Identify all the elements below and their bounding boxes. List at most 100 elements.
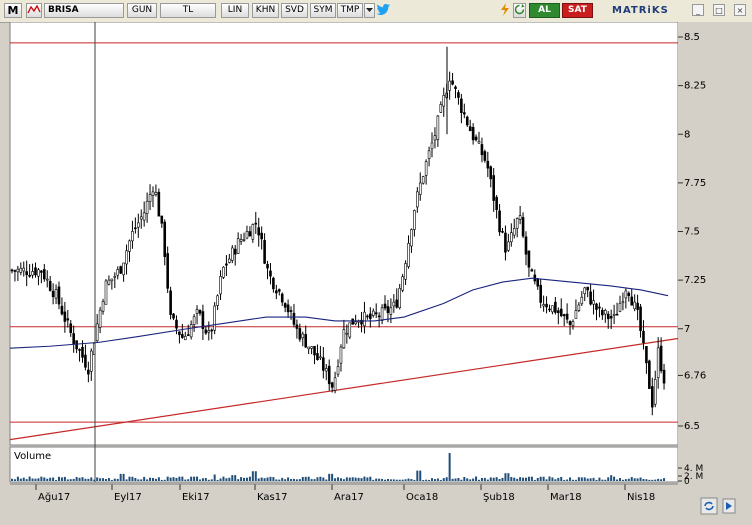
volume-bar	[604, 479, 607, 481]
candle-body	[13, 270, 17, 272]
volume-bar	[275, 479, 278, 481]
candle-body	[404, 263, 407, 280]
dropdown-arrow-icon[interactable]	[364, 3, 375, 18]
chart-area[interactable]: 8.5 8.25 8 7.75 7.5 7.25 7 6.76 6.5 4. M 2. M0 Ağ…	[0, 21, 752, 522]
volume-bar	[413, 479, 416, 481]
candle-body	[310, 346, 313, 349]
buy-button[interactable]: AL	[529, 3, 560, 18]
volume-bar	[228, 477, 231, 481]
candle-body	[421, 176, 425, 184]
candle-body	[25, 271, 28, 276]
candle-body	[207, 330, 211, 333]
volume-bar	[539, 476, 542, 481]
candle-body	[260, 232, 263, 240]
candle-body	[333, 377, 337, 391]
volume-bar	[287, 477, 290, 481]
candle-body	[98, 309, 102, 328]
candlestick-chart[interactable]: 8.58.2587.757.57.2576.766.5 4. M2. M0 Ağ…	[0, 21, 752, 522]
period-button[interactable]: GUN	[127, 3, 157, 18]
candle-body	[354, 321, 357, 325]
volume-bar	[46, 478, 49, 481]
candle-body	[307, 346, 310, 350]
volume-bar	[651, 479, 654, 481]
close-button[interactable]: ×	[734, 4, 746, 16]
candle-body	[160, 215, 164, 224]
volume-bar	[181, 476, 184, 481]
volume-bar	[284, 479, 287, 481]
candle-body	[489, 166, 493, 180]
candle-body	[54, 289, 58, 299]
svd-button[interactable]: SVD	[281, 3, 308, 18]
currency-button[interactable]: TL	[160, 3, 216, 18]
volume-bar	[472, 478, 475, 481]
volume-bar	[196, 476, 199, 481]
candle-body	[275, 290, 278, 294]
refresh-icon[interactable]	[513, 3, 526, 18]
candle-body	[228, 258, 231, 263]
candle-body	[480, 144, 484, 156]
volume-label: Volume	[14, 451, 51, 462]
volume-bar	[657, 478, 660, 481]
candle-body	[57, 286, 61, 305]
candle-body	[216, 295, 219, 306]
candle-body	[104, 280, 108, 305]
volume-bar	[263, 478, 266, 481]
volume-bar	[457, 478, 460, 481]
candle-body	[210, 329, 214, 332]
matriks-logo-icon[interactable]: M	[4, 3, 22, 18]
volume-bar	[137, 479, 140, 481]
chart-type-icon[interactable]	[26, 3, 42, 18]
scale-button[interactable]: LIN	[221, 3, 249, 18]
candle-body	[239, 239, 243, 242]
x-tick-label: Kas17	[257, 492, 287, 503]
candle-body	[101, 301, 105, 312]
candle-body	[369, 313, 372, 319]
candle-body	[527, 250, 531, 268]
volume-bar	[504, 473, 507, 481]
volume-bar	[266, 477, 269, 481]
sym-button[interactable]: SYM	[310, 3, 336, 18]
volume-bar	[410, 479, 413, 481]
y-tick-label: 8.25	[684, 81, 706, 92]
x-tick-label: Mar18	[550, 492, 582, 503]
volume-bar	[621, 479, 624, 481]
sync-button[interactable]	[700, 497, 718, 515]
scroll-right-icon[interactable]	[722, 498, 736, 514]
volume-bar	[116, 478, 119, 481]
candle-body	[592, 300, 595, 305]
flash-icon[interactable]	[499, 3, 511, 18]
template-button[interactable]: TMP	[337, 3, 363, 18]
volume-bar	[589, 478, 592, 481]
candle-body	[639, 306, 642, 331]
volume-bar	[325, 479, 328, 481]
volume-bar	[607, 477, 610, 481]
khn-button[interactable]: KHN	[252, 3, 279, 18]
candle-body	[598, 306, 601, 309]
volume-bar	[78, 477, 81, 481]
candle-body	[51, 290, 55, 298]
candle-body	[642, 330, 645, 344]
price-panel	[9, 21, 679, 446]
volume-bar	[131, 476, 134, 481]
volume-bar	[524, 477, 527, 481]
volume-bar	[663, 478, 666, 481]
symbol-field[interactable]: BRISA	[44, 3, 124, 18]
candle-body	[577, 304, 581, 311]
candle-body	[518, 215, 522, 220]
volume-bar	[454, 478, 457, 481]
minimize-button[interactable]: _	[692, 4, 704, 16]
sell-button[interactable]: SAT	[562, 3, 593, 18]
candle-body	[192, 316, 196, 325]
volume-bar	[551, 477, 554, 481]
candle-body	[233, 248, 237, 255]
volume-bar	[448, 453, 451, 481]
x-tick-label: Oca18	[406, 492, 438, 503]
volume-bar	[178, 476, 181, 481]
candle-body	[507, 241, 510, 251]
volume-bar	[99, 478, 102, 481]
volume-bar	[574, 479, 577, 481]
twitter-icon[interactable]	[376, 3, 391, 18]
maximize-button[interactable]: □	[713, 4, 725, 16]
candle-body	[559, 308, 563, 317]
candle-body	[568, 321, 572, 325]
